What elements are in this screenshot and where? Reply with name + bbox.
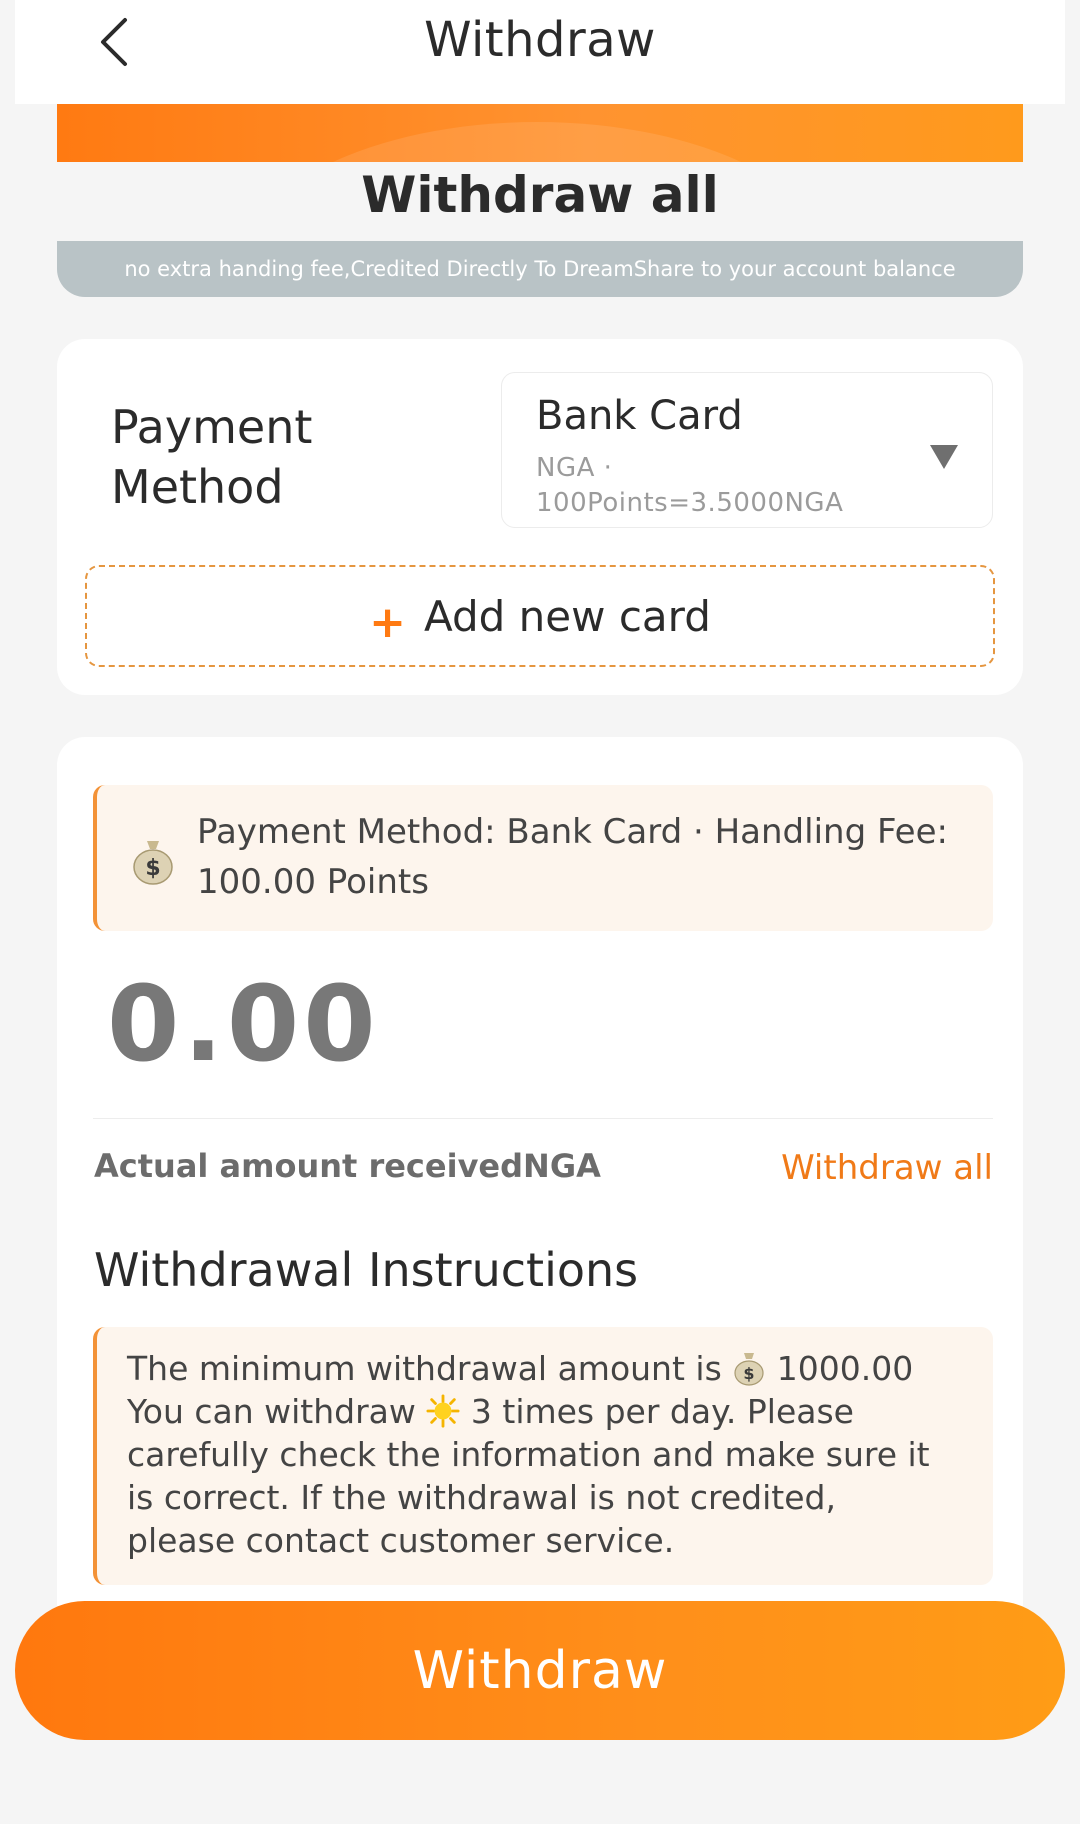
withdraw-button-label: Withdraw bbox=[412, 1640, 668, 1701]
banner-decoration bbox=[237, 122, 837, 162]
instructions-text: The minimum withdrawal amount is $ 1000.… bbox=[127, 1347, 947, 1562]
divider bbox=[93, 1118, 993, 1119]
withdraw-amount-card: $ Payment Method: Bank Card · Handling F… bbox=[57, 737, 1023, 1737]
money-bag-icon: $ bbox=[133, 841, 173, 885]
instructions-box: The minimum withdrawal amount is $ 1000.… bbox=[93, 1327, 993, 1585]
payment-method-dropdown[interactable]: Bank Card NGA · 100Points=3.5000NGA bbox=[501, 372, 993, 528]
instructions-part-1: The minimum withdrawal amount is bbox=[127, 1349, 722, 1388]
withdraw-all-heading: Withdraw all bbox=[361, 166, 719, 224]
add-card-label: Add new card bbox=[424, 591, 711, 641]
triangle-down-icon bbox=[930, 445, 958, 469]
payment-method-card: Payment Method Bank Card NGA · 100Points… bbox=[57, 339, 1023, 695]
svg-text:$: $ bbox=[145, 856, 160, 881]
instructions-title: Withdrawal Instructions bbox=[94, 1243, 639, 1297]
money-bag-icon: $ bbox=[734, 1353, 764, 1386]
handling-fee-notice: $ Payment Method: Bank Card · Handling F… bbox=[93, 785, 993, 931]
method-details: NGA · 100Points=3.5000NGA bbox=[536, 451, 896, 521]
fee-notice-bar: no extra handing fee,Credited Directly T… bbox=[57, 241, 1023, 297]
page-title: Withdraw bbox=[424, 12, 656, 68]
withdraw-amount-input[interactable]: 0.00 bbox=[107, 963, 380, 1085]
selected-method-name: Bank Card bbox=[536, 393, 743, 439]
svg-text:$: $ bbox=[744, 1364, 755, 1383]
sun-icon bbox=[426, 1394, 460, 1428]
top-nav-bar: Withdraw bbox=[15, 0, 1065, 104]
method-currency: NGA · bbox=[536, 453, 613, 483]
plus-icon: + bbox=[369, 596, 407, 648]
handling-fee-text: Payment Method: Bank Card · Handling Fee… bbox=[197, 812, 948, 902]
add-new-card-button[interactable]: + Add new card bbox=[85, 565, 995, 667]
withdraw-button[interactable]: Withdraw bbox=[15, 1601, 1065, 1740]
payment-method-label: Payment Method bbox=[111, 400, 313, 514]
withdraw-all-link[interactable]: Withdraw all bbox=[781, 1148, 993, 1188]
method-exchange-rate: 100Points=3.5000NGA bbox=[536, 488, 844, 518]
orange-banner bbox=[57, 104, 1023, 162]
actual-amount-label: Actual amount receivedNGA bbox=[94, 1147, 601, 1185]
